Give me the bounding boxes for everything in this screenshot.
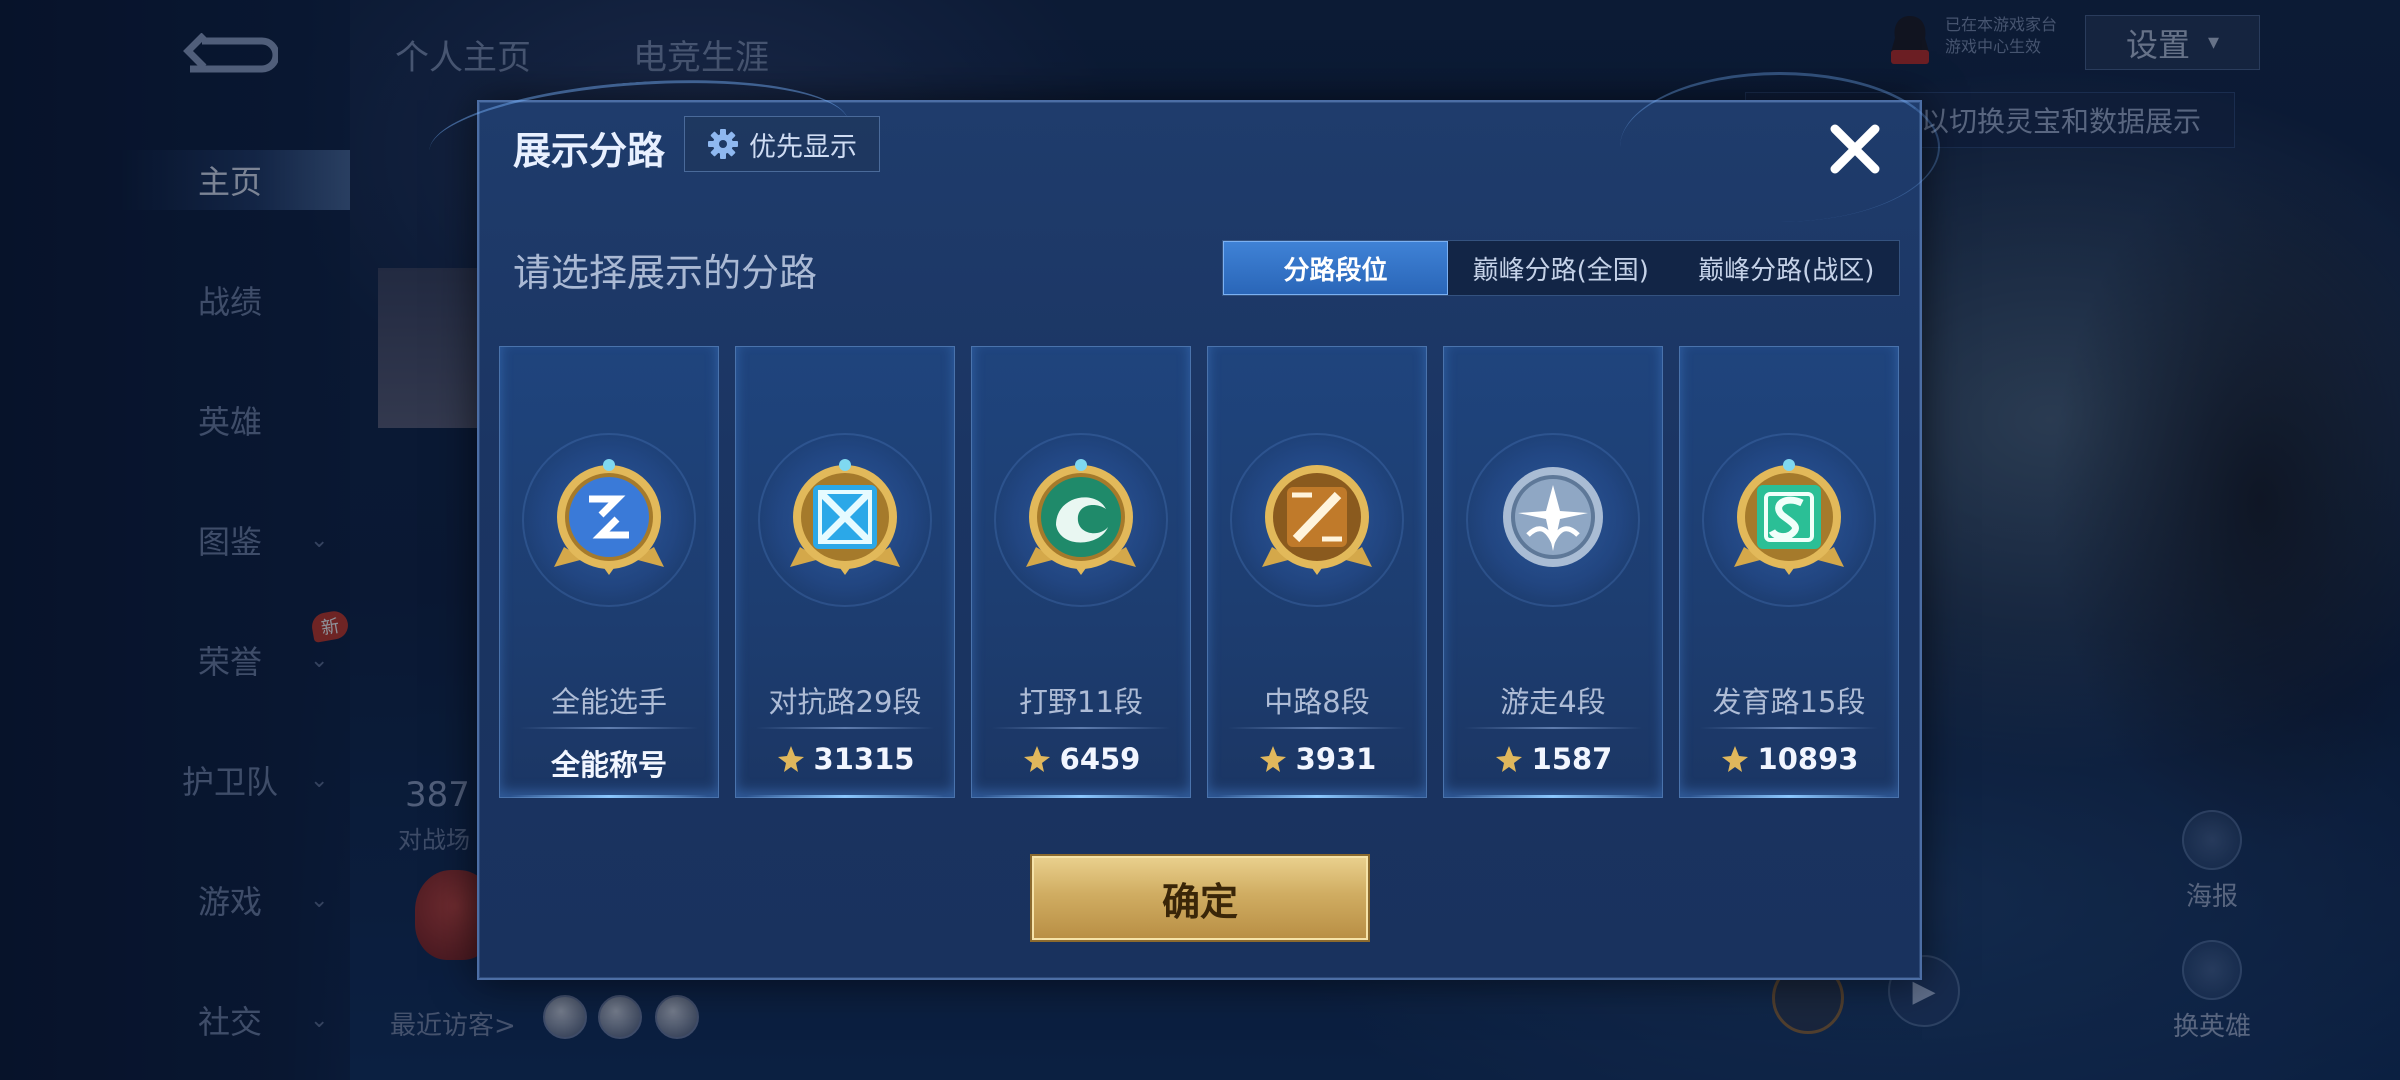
lane-value: 全能称号 [550,748,667,782]
clash-lane-emblem-icon [790,459,900,575]
lane-card-list: 全能选手 全能称号 对抗路29段 31315 打野11段 6459 中路8段 3… [499,346,1899,798]
jungle-emblem-icon [1026,459,1136,575]
lane-card-clash[interactable]: 对抗路29段 31315 [735,346,955,798]
confirm-button[interactable]: 确定 [1032,856,1368,940]
emblem-halo [996,435,1166,605]
farm-lane-emblem-icon [1734,459,1844,575]
dialog-prompt: 请选择展示的分路 [513,251,818,295]
emblem-halo [1468,435,1638,605]
dialog-title: 展示分路 [513,129,666,173]
divider [1464,727,1642,729]
lane-name: 游走4段 [1500,685,1606,719]
divider [992,727,1170,729]
priority-display-button[interactable]: 优先显示 [684,116,880,172]
close-button[interactable] [1820,114,1890,184]
lane-points-icon [1721,746,1748,772]
lane-points-icon [1259,746,1286,772]
roam-emblem-icon [1503,467,1603,567]
lane-name: 中路8段 [1264,685,1370,719]
lane-value: 31315 [736,742,954,776]
lane-points-icon [777,746,804,772]
lane-card-jungle[interactable]: 打野11段 6459 [971,346,1191,798]
lane-name: 打野11段 [1019,685,1143,719]
gear-icon [708,129,738,159]
divider [1228,727,1406,729]
emblem-halo [760,435,930,605]
lane-name: 发育路15段 [1712,685,1866,719]
lane-name: 对抗路29段 [768,685,922,719]
lane-card-farm[interactable]: 发育路15段 10893 [1679,346,1899,798]
emblem-halo [1704,435,1874,605]
divider [756,727,934,729]
decorative-swirl [1620,72,1940,222]
lane-value: 3931 [1208,742,1426,776]
divider [520,727,698,729]
lane-card-roam[interactable]: 游走4段 1587 [1443,346,1663,798]
lane-value: 10893 [1680,742,1898,776]
tab-peak-region[interactable]: 巅峰分路(战区) [1674,241,1900,295]
lane-points-icon [1023,746,1050,772]
all-round-emblem-icon [554,459,664,575]
priority-display-label: 优先显示 [749,131,857,163]
close-icon [1830,124,1880,174]
lane-name: 全能选手 [550,685,667,719]
divider [1700,727,1878,729]
lane-value: 6459 [972,742,1190,776]
mid-lane-emblem-icon [1262,465,1372,575]
lane-display-dialog: 展示分路 优先显示 请选择展示的分路 分路段位 巅峰分路(全国) 巅峰分路(战区… [425,67,1940,980]
lane-card-all-round[interactable]: 全能选手 全能称号 [499,346,719,798]
lane-card-mid[interactable]: 中路8段 3931 [1207,346,1427,798]
emblem-halo [524,435,694,605]
lane-points-icon [1495,746,1522,772]
tab-lane-rank[interactable]: 分路段位 [1223,241,1448,295]
tab-peak-national[interactable]: 巅峰分路(全国) [1448,241,1674,295]
emblem-halo [1232,435,1402,605]
lane-value: 1587 [1444,742,1662,776]
lane-tabs: 分路段位 巅峰分路(全国) 巅峰分路(战区) [1222,240,1900,296]
